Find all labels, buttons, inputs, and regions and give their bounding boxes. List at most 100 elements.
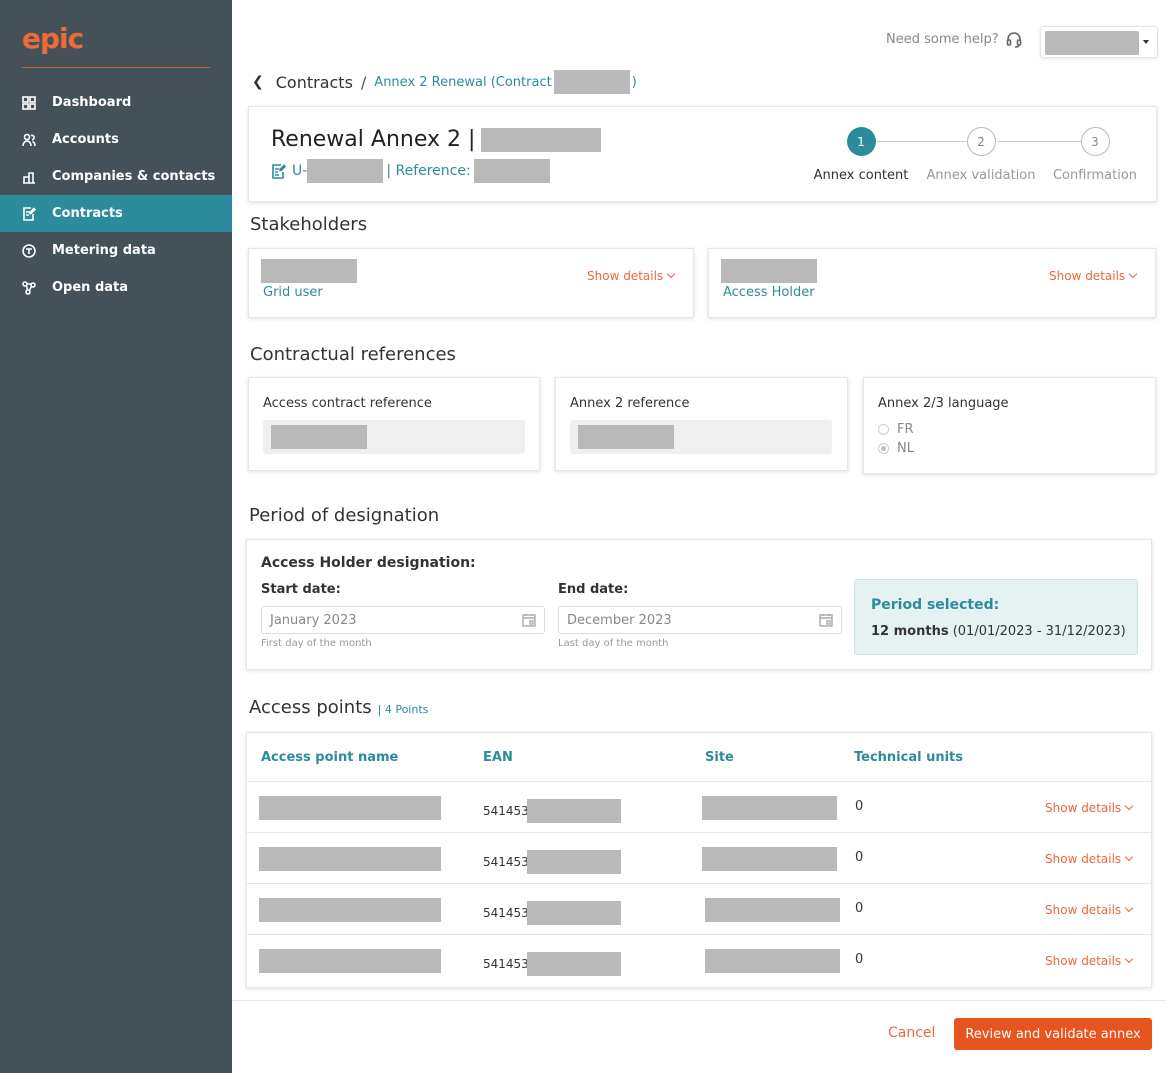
stakeholder-role: Grid user [263,285,323,300]
language-option-fr[interactable]: FR [878,422,914,437]
annex2-reference-label: Annex 2 reference [570,396,690,411]
annex-stepper: 1 Annex content 2 Annex validation 3 Con… [803,127,1143,187]
step-number: 1 [846,127,876,156]
contract-prefix: U- [292,163,308,179]
chevron-down-icon [1124,954,1134,964]
stakeholders-title: Stakeholders [250,214,368,235]
breadcrumb: ❮ Contracts / Annex 2 Renewal (Contract … [252,70,637,94]
redacted-ean [526,952,621,976]
ean-cell: 541453 [483,952,621,976]
sidebar-divider [22,67,210,68]
technical-units-value: 0 [855,901,864,916]
reference-label: | Reference: [386,163,471,179]
sidebar-item-label: Contracts [52,206,123,221]
network-icon [20,280,38,296]
chevron-down-icon [1128,269,1138,279]
redacted-reference-value [578,425,674,449]
start-date-hint: First day of the month [261,638,372,649]
redacted-access-point-name [259,898,441,922]
sidebar-item-accounts[interactable]: Accounts [0,121,232,158]
ean-prefix: 541453 [483,906,529,920]
annex-header-card: Renewal Annex 2 | U- | Reference: 1 Anne… [248,106,1157,202]
sidebar-item-open-data[interactable]: Open data [0,269,232,306]
column-header-site[interactable]: Site [705,750,734,765]
show-details-button[interactable]: Show details [1045,852,1134,866]
step-label: Confirmation [1052,168,1138,183]
radio-nl[interactable] [878,443,889,454]
sidebar-item-contracts[interactable]: Contracts [0,195,232,232]
table-row: 541453 0 Show details [247,832,1151,883]
access-contract-reference-card: Access contract reference [248,377,540,471]
sidebar-item-metering[interactable]: Metering data [0,232,232,269]
chevron-down-icon [666,269,676,279]
stakeholder-card-grid-user: Grid user Show details [248,248,694,318]
column-header-technical-units[interactable]: Technical units [854,750,963,765]
sidebar-item-dashboard[interactable]: Dashboard [0,84,232,121]
breadcrumb-root[interactable]: Contracts [276,73,353,92]
redacted-ean [526,799,621,823]
redacted-reference-value [271,425,367,449]
sidebar-item-label: Open data [52,280,129,295]
step-number: 2 [966,127,996,156]
review-validate-button[interactable]: Review and validate annex [954,1018,1152,1050]
show-details-label: Show details [1045,954,1122,968]
redacted-stakeholder-name [261,259,357,283]
main-content: Need some help? ❮ Contracts / Annex 2 Re… [232,0,1166,1073]
form-footer: Cancel Review and validate annex [232,1000,1166,1073]
access-points-title-text: Access points [249,697,372,718]
access-contract-reference-label: Access contract reference [263,396,432,411]
chevron-down-icon [1124,903,1134,913]
access-contract-reference-field[interactable] [263,420,525,454]
show-details-label: Show details [1045,852,1122,866]
annex2-reference-field[interactable] [570,420,832,454]
step-annex-content: 1 Annex content [801,127,921,183]
show-details-button[interactable]: Show details [1049,269,1138,283]
help-text: Need some help? [886,31,999,47]
sidebar-item-companies[interactable]: Companies & contacts [0,158,232,195]
step-confirmation: 3 Confirmation [1035,127,1155,183]
redacted-stakeholder-name [721,259,817,283]
ean-cell: 541453 [483,799,621,823]
show-details-button[interactable]: Show details [1045,801,1134,815]
ean-prefix: 541453 [483,855,529,869]
contract-edit-icon [272,163,286,179]
period-months: 12 months [871,624,949,639]
end-date-input[interactable]: December 2023 [558,606,842,634]
show-details-button[interactable]: Show details [1045,903,1134,917]
redacted-access-point-name [259,847,441,871]
period-selected-value: 12 months (01/01/2023 - 31/12/2023) [871,624,1126,639]
start-date-value: January 2023 [270,613,357,628]
ean-cell: 541453 [483,850,621,874]
column-header-name[interactable]: Access point name [261,750,398,765]
calendar-icon[interactable] [819,613,833,627]
access-points-table: Access point name EAN Site Technical uni… [246,732,1152,988]
start-date-input[interactable]: January 2023 [261,606,545,634]
show-details-button[interactable]: Show details [1045,954,1134,968]
column-header-ean[interactable]: EAN [483,750,513,765]
period-card: Access Holder designation: Start date: J… [246,539,1152,670]
breadcrumb-current[interactable]: Annex 2 Renewal (Contract [374,75,551,90]
ean-cell: 541453 [483,901,621,925]
redacted-site [702,796,837,820]
sidebar-item-label: Accounts [52,132,119,147]
epic-logo[interactable]: epic [22,22,84,55]
redacted-access-point-name [259,796,441,820]
redacted-reference [473,159,550,183]
meter-icon [20,243,38,259]
radio-fr[interactable] [878,424,889,435]
help-link[interactable]: Need some help? [886,30,1023,48]
ean-prefix: 541453 [483,804,529,818]
annex-language-label: Annex 2/3 language [878,396,1009,411]
cancel-button[interactable]: Cancel [888,1025,935,1041]
redacted-ean [526,850,621,874]
show-details-label: Show details [1045,903,1122,917]
language-option-nl[interactable]: NL [878,441,914,456]
chevron-left-icon[interactable]: ❮ [252,74,264,90]
show-details-button[interactable]: Show details [587,269,676,283]
user-account-select[interactable] [1040,26,1158,58]
redacted-ean [526,901,621,925]
contract-edit-icon [20,206,38,222]
stakeholder-card-access-holder: Access Holder Show details [708,248,1156,318]
calendar-icon[interactable] [522,613,536,627]
sidebar-item-label: Dashboard [52,95,132,110]
